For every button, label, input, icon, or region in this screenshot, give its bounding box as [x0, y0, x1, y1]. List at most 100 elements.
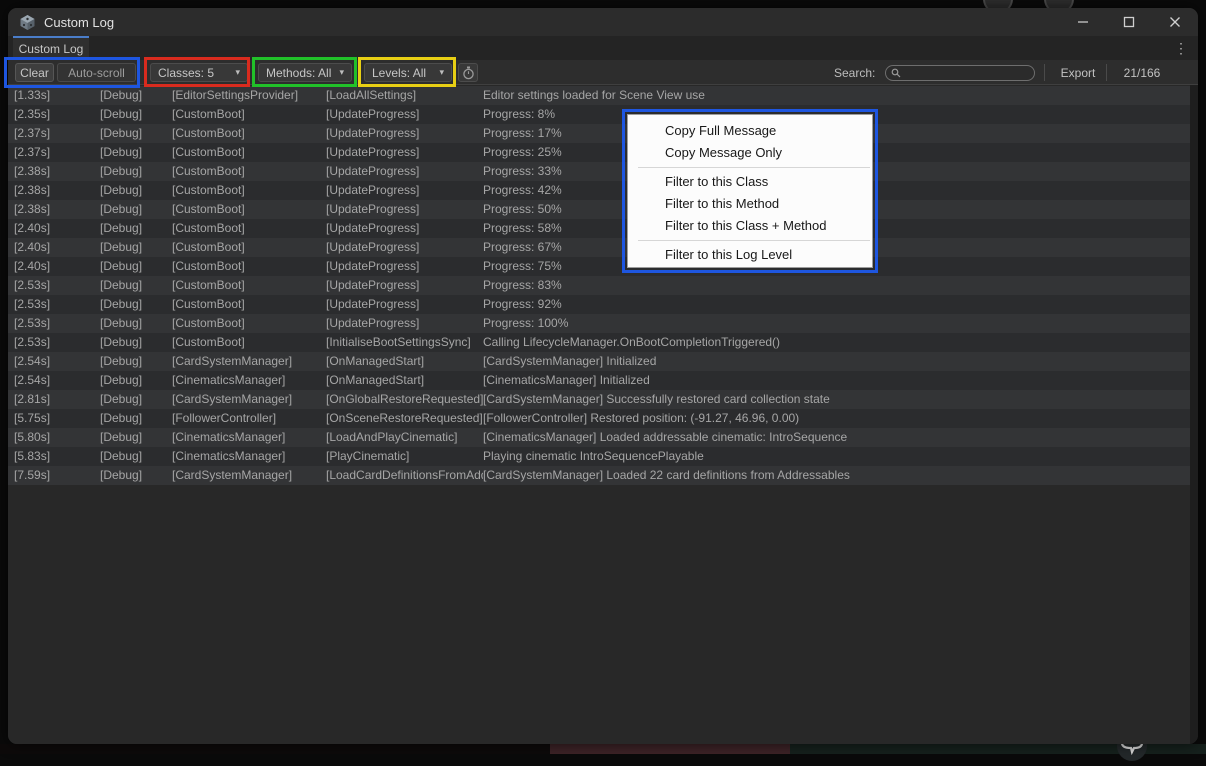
log-row[interactable]: [2.40s][Debug][CustomBoot][UpdateProgres… — [8, 238, 1190, 257]
menu-separator — [638, 167, 870, 168]
clear-button[interactable]: Clear — [15, 63, 54, 82]
menu-item-filter-to-this-class-method[interactable]: Filter to this Class + Method — [628, 215, 872, 237]
log-cell-cls: [CinematicsManager] — [172, 428, 326, 447]
log-cell-time: [2.53s] — [14, 333, 100, 352]
log-row[interactable]: [2.53s][Debug][CustomBoot][UpdateProgres… — [8, 295, 1190, 314]
search-field[interactable] — [885, 65, 1035, 81]
log-cell-cls: [CustomBoot] — [172, 314, 326, 333]
classes-dropdown[interactable]: Classes: 5 ▾ — [150, 63, 248, 82]
autoscroll-toggle[interactable]: Auto-scroll — [57, 63, 136, 82]
window-title: Custom Log — [44, 15, 114, 30]
log-cell-level: [Debug] — [100, 295, 172, 314]
log-row[interactable]: [2.40s][Debug][CustomBoot][UpdateProgres… — [8, 257, 1190, 276]
log-cell-level: [Debug] — [100, 447, 172, 466]
log-cell-time: [2.38s] — [14, 162, 100, 181]
close-button[interactable] — [1152, 8, 1198, 36]
log-row[interactable]: [2.53s][Debug][CustomBoot][InitialiseBoo… — [8, 333, 1190, 352]
log-cell-level: [Debug] — [100, 276, 172, 295]
log-row[interactable]: [1.33s][Debug][EditorSettingsProvider][L… — [8, 86, 1190, 105]
log-cell-method: [OnSceneRestoreRequested] — [326, 409, 483, 428]
log-cell-level: [Debug] — [100, 333, 172, 352]
maximize-button[interactable] — [1106, 8, 1152, 36]
log-cell-level: [Debug] — [100, 124, 172, 143]
log-cell-time: [5.75s] — [14, 409, 100, 428]
log-cell-level: [Debug] — [100, 219, 172, 238]
log-row[interactable]: [7.59s][Debug][CardSystemManager][LoadCa… — [8, 466, 1190, 485]
log-cell-cls: [CustomBoot] — [172, 143, 326, 162]
log-cell-level: [Debug] — [100, 162, 172, 181]
log-cell-method: [UpdateProgress] — [326, 238, 483, 257]
log-cell-method: [UpdateProgress] — [326, 295, 483, 314]
toolbar-separator — [1044, 64, 1045, 81]
log-cell-method: [InitialiseBootSettingsSync] — [326, 333, 483, 352]
chevron-down-icon: ▾ — [235, 67, 240, 78]
levels-dropdown-label: Levels: All — [372, 66, 426, 80]
log-row[interactable]: [2.37s][Debug][CustomBoot][UpdateProgres… — [8, 124, 1190, 143]
log-cell-method: [PlayCinematic] — [326, 447, 483, 466]
log-row[interactable]: [2.54s][Debug][CardSystemManager][OnMana… — [8, 352, 1190, 371]
search-label: Search: — [834, 63, 875, 82]
log-row[interactable]: [2.38s][Debug][CustomBoot][UpdateProgres… — [8, 181, 1190, 200]
log-cell-cls: [EditorSettingsProvider] — [172, 86, 326, 105]
log-cell-method: [UpdateProgress] — [326, 124, 483, 143]
log-cell-msg: Editor settings loaded for Scene View us… — [483, 86, 1190, 105]
log-cell-method: [UpdateProgress] — [326, 162, 483, 181]
search-input[interactable] — [905, 67, 1025, 79]
log-cell-method: [UpdateProgress] — [326, 314, 483, 333]
log-row[interactable]: [5.83s][Debug][CinematicsManager][PlayCi… — [8, 447, 1190, 466]
log-row[interactable]: [2.53s][Debug][CustomBoot][UpdateProgres… — [8, 314, 1190, 333]
tab-custom-log[interactable]: Custom Log — [13, 36, 89, 60]
log-cell-time: [2.38s] — [14, 200, 100, 219]
levels-dropdown[interactable]: Levels: All ▾ — [364, 63, 452, 82]
menu-item-copy-message-only[interactable]: Copy Message Only — [628, 142, 872, 164]
log-cell-time: [7.59s] — [14, 466, 100, 485]
overflow-menu-icon[interactable]: ⋮ — [1174, 39, 1188, 57]
desktop-background-strip — [0, 744, 1206, 754]
log-cell-time: [2.54s] — [14, 371, 100, 390]
methods-dropdown[interactable]: Methods: All ▾ — [258, 63, 352, 82]
log-row[interactable]: [2.40s][Debug][CustomBoot][UpdateProgres… — [8, 219, 1190, 238]
log-list[interactable]: [1.33s][Debug][EditorSettingsProvider][L… — [8, 85, 1198, 744]
log-cell-level: [Debug] — [100, 143, 172, 162]
log-cell-method: [LoadCardDefinitionsFromAddressables] — [326, 466, 483, 485]
menu-item-filter-to-this-class[interactable]: Filter to this Class — [628, 171, 872, 193]
log-cell-msg: [CardSystemManager] Loaded 22 card defin… — [483, 466, 1190, 485]
log-row[interactable]: [2.81s][Debug][CardSystemManager][OnGlob… — [8, 390, 1190, 409]
minimize-button[interactable] — [1060, 8, 1106, 36]
log-counter: 21/166 — [1112, 63, 1172, 82]
log-cell-level: [Debug] — [100, 238, 172, 257]
log-row[interactable]: [5.80s][Debug][CinematicsManager][LoadAn… — [8, 428, 1190, 447]
log-cell-time: [2.40s] — [14, 238, 100, 257]
log-cell-method: [UpdateProgress] — [326, 200, 483, 219]
stopwatch-icon[interactable] — [458, 63, 478, 82]
scrollbar[interactable] — [1190, 85, 1198, 744]
log-cell-cls: [CustomBoot] — [172, 105, 326, 124]
log-cell-cls: [FollowerController] — [172, 409, 326, 428]
log-row[interactable]: [2.37s][Debug][CustomBoot][UpdateProgres… — [8, 143, 1190, 162]
log-cell-cls: [CustomBoot] — [172, 295, 326, 314]
log-cell-cls: [CustomBoot] — [172, 162, 326, 181]
log-cell-cls: [CustomBoot] — [172, 219, 326, 238]
log-cell-msg: [CinematicsManager] Loaded addressable c… — [483, 428, 1190, 447]
chevron-down-icon: ▾ — [339, 67, 344, 78]
log-cell-method: [LoadAndPlayCinematic] — [326, 428, 483, 447]
log-row[interactable]: [5.75s][Debug][FollowerController][OnSce… — [8, 409, 1190, 428]
log-row[interactable]: [2.35s][Debug][CustomBoot][UpdateProgres… — [8, 105, 1190, 124]
log-row[interactable]: [2.38s][Debug][CustomBoot][UpdateProgres… — [8, 200, 1190, 219]
log-row[interactable]: [2.53s][Debug][CustomBoot][UpdateProgres… — [8, 276, 1190, 295]
log-cell-level: [Debug] — [100, 352, 172, 371]
log-row[interactable]: [2.38s][Debug][CustomBoot][UpdateProgres… — [8, 162, 1190, 181]
log-cell-level: [Debug] — [100, 466, 172, 485]
menu-item-copy-full-message[interactable]: Copy Full Message — [628, 120, 872, 142]
tab-label: Custom Log — [19, 42, 84, 56]
export-button[interactable]: Export — [1052, 63, 1104, 82]
log-cell-cls: [CustomBoot] — [172, 333, 326, 352]
log-cell-method: [UpdateProgress] — [326, 105, 483, 124]
log-cell-time: [2.35s] — [14, 105, 100, 124]
menu-item-filter-to-this-log-level[interactable]: Filter to this Log Level — [628, 244, 872, 266]
log-cell-cls: [CardSystemManager] — [172, 466, 326, 485]
menu-item-filter-to-this-method[interactable]: Filter to this Method — [628, 193, 872, 215]
title-bar[interactable]: Custom Log — [8, 8, 1198, 36]
log-cell-time: [2.37s] — [14, 143, 100, 162]
log-row[interactable]: [2.54s][Debug][CinematicsManager][OnMana… — [8, 371, 1190, 390]
